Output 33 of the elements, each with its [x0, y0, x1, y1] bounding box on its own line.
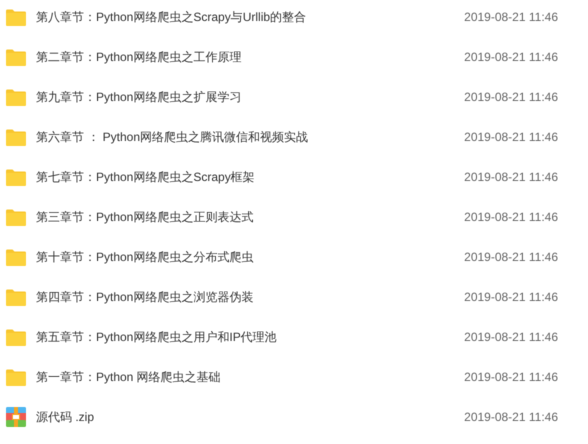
folder-icon [6, 328, 26, 346]
modified-date: 2019-08-21 11:46 [464, 89, 558, 106]
folder-icon [6, 128, 26, 146]
folder-icon [6, 88, 26, 106]
folder-icon [6, 288, 26, 306]
modified-date: 2019-08-21 11:46 [464, 169, 558, 186]
file-name[interactable]: 第四章节：Python网络爬虫之浏览器伪装 [36, 288, 254, 306]
file-name[interactable]: 第一章节：Python 网络爬虫之基础 [36, 368, 221, 386]
file-name[interactable]: 第五章节：Python网络爬虫之用户和IP代理池 [36, 328, 277, 346]
folder-icon [6, 368, 26, 386]
modified-date: 2019-08-21 11:46 [464, 329, 558, 346]
file-name[interactable]: 第十章节：Python网络爬虫之分布式爬虫 [36, 248, 254, 266]
folder-icon [6, 248, 26, 266]
file-name[interactable]: 第二章节：Python网络爬虫之工作原理 [36, 48, 242, 66]
modified-date: 2019-08-21 11:46 [464, 369, 558, 386]
file-name[interactable]: 第九章节：Python网络爬虫之扩展学习 [36, 88, 242, 106]
archive-icon [6, 407, 26, 427]
file-name[interactable]: 第七章节：Python网络爬虫之Scrapy框架 [36, 168, 255, 186]
file-name[interactable]: 源代码 .zip [36, 408, 94, 426]
modified-date: 2019-08-21 11:46 [464, 249, 558, 266]
file-name[interactable]: 第六章节 ： Python网络爬虫之腾讯微信和视频实战 [36, 128, 308, 146]
modified-date: 2019-08-21 11:46 [464, 209, 558, 226]
folder-icon [6, 8, 26, 26]
modified-date: 2019-08-21 11:46 [464, 409, 558, 426]
file-name[interactable]: 第八章节：Python网络爬虫之Scrapy与Urllib的整合 [36, 8, 306, 26]
folder-icon [6, 48, 26, 66]
folder-icon [6, 208, 26, 226]
modified-date: 2019-08-21 11:46 [464, 9, 558, 26]
folder-icon [6, 168, 26, 186]
file-name[interactable]: 第三章节：Python网络爬虫之正则表达式 [36, 208, 254, 226]
modified-date: 2019-08-21 11:46 [464, 49, 558, 66]
modified-date: 2019-08-21 11:46 [464, 289, 558, 306]
modified-date: 2019-08-21 11:46 [464, 129, 558, 146]
